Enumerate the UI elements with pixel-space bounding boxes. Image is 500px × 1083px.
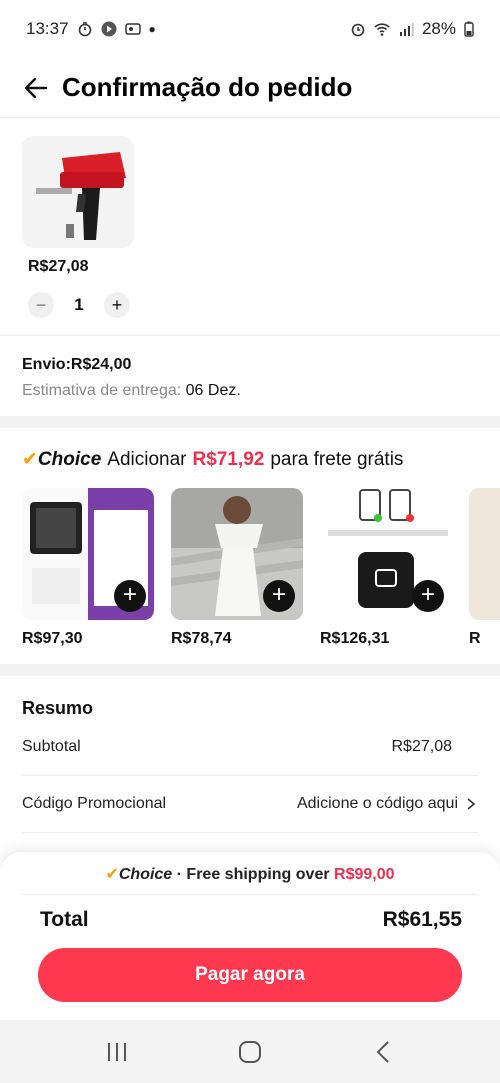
total-row: Total R$61,55 <box>40 908 462 932</box>
add-to-cart-button[interactable]: + <box>412 580 444 612</box>
recommendation-card[interactable]: + R$126,31 <box>320 488 452 648</box>
pay-now-button[interactable]: Pagar agora <box>38 948 462 1002</box>
choice-banner-title: ✔ Choice Adicionar R$71,92 para frete gr… <box>22 448 403 471</box>
subtotal-label: Subtotal <box>22 738 81 755</box>
shipping-cost: Envio:R$24,00 <box>22 356 132 373</box>
footer-divider <box>22 894 478 895</box>
white-outfit-image: + <box>171 488 303 620</box>
banner-amount: R$99,00 <box>334 866 395 883</box>
home-icon <box>238 1040 261 1063</box>
recommendation-price: R$78,74 <box>171 630 232 647</box>
check-icon: ✔ <box>105 866 119 883</box>
delivery-estimate-date: 06 Dez. <box>185 382 241 399</box>
free-shipping-banner: ✔Choice · Free shipping over R$99,00 <box>0 864 500 884</box>
battery-level: 28% <box>421 19 456 38</box>
carplay-adapter-image: + <box>320 488 452 620</box>
subtotal-row: Subtotal R$27,08 <box>22 719 478 776</box>
timer-icon <box>78 22 91 37</box>
choice-amount: R$71,92 <box>192 449 265 470</box>
banner-text: · Free shipping over <box>176 866 330 883</box>
subtotal-value: R$27,08 <box>391 738 453 755</box>
shipping-info: Envio:R$24,00 Estimativa de entrega: 06 … <box>0 336 500 416</box>
status-bar: 13:37 ● 28% <box>0 0 500 58</box>
back-icon <box>376 1040 390 1063</box>
order-item: R$27,08 − 1 + <box>0 118 500 336</box>
product-price: R$27,08 <box>28 258 89 275</box>
recommendation-card[interactable]: + R$97,30 <box>22 488 154 648</box>
alarm-icon <box>351 23 365 37</box>
back-arrow-icon[interactable] <box>22 74 50 102</box>
check-icon: ✔ <box>22 449 38 470</box>
section-divider <box>0 664 500 676</box>
back-button[interactable] <box>365 1034 401 1070</box>
delivery-estimate-label: Estimativa de entrega: <box>22 382 182 399</box>
page-title: Confirmação do pedido <box>62 72 353 102</box>
recent-apps-icon <box>107 1042 126 1061</box>
chevron-right-icon <box>467 798 476 810</box>
dot-icon: ● <box>148 22 156 36</box>
section-divider <box>0 416 500 428</box>
choice-add-text: Adicionar <box>107 449 187 470</box>
battery-icon <box>464 21 474 37</box>
recent-apps-button[interactable] <box>99 1034 135 1070</box>
recommendation-price: R <box>469 630 481 647</box>
choice-recommendations: ✔ Choice Adicionar R$71,92 para frete gr… <box>0 428 500 664</box>
promo-code-row[interactable]: Código Promocional Adicione o código aqu… <box>22 776 478 833</box>
add-to-cart-button[interactable]: + <box>263 580 295 612</box>
decrease-quantity-button[interactable]: − <box>28 292 54 318</box>
cpu-cooler-image: + <box>22 488 154 620</box>
recommendation-card[interactable]: R <box>469 488 500 648</box>
recommendation-price: R$126,31 <box>320 630 390 647</box>
signal-icon <box>399 23 414 36</box>
app-header: Confirmação do pedido <box>0 58 500 118</box>
total-value: R$61,55 <box>382 908 462 931</box>
system-navigation-bar <box>0 1020 500 1083</box>
quantity-value: 1 <box>74 295 84 314</box>
delivery-estimate: Estimativa de entrega: 06 Dez. <box>22 382 478 400</box>
home-button[interactable] <box>232 1034 268 1070</box>
order-summary: Resumo Subtotal R$27,08 Código Promocion… <box>0 676 500 856</box>
promo-code-label: Código Promocional <box>22 795 167 812</box>
promo-code-text: Adicione o código aqui <box>296 795 458 812</box>
checkout-footer: ✔Choice · Free shipping over R$99,00 Tot… <box>0 852 500 1020</box>
product-image[interactable] <box>22 136 134 248</box>
choice-suffix: para frete grátis <box>270 449 404 470</box>
banner-brand: Choice <box>118 866 173 883</box>
play-icon <box>101 21 117 37</box>
promo-code-action[interactable]: Adicione o código aqui <box>297 795 478 813</box>
choice-brand: Choice <box>37 449 102 470</box>
wifi-icon <box>374 23 390 36</box>
recommendation-carousel[interactable]: + R$97,30 + R$78,74 + R$126,31 R <box>22 488 500 658</box>
recommendation-card[interactable]: + R$78,74 <box>171 488 303 648</box>
recommendation-price: R$97,30 <box>22 630 83 647</box>
sandblaster-gun-image <box>22 136 134 248</box>
summary-title: Resumo <box>22 698 94 718</box>
clock: 13:37 <box>26 19 69 38</box>
add-to-cart-button[interactable]: + <box>114 580 146 612</box>
increase-quantity-button[interactable]: + <box>104 292 130 318</box>
key-icon <box>124 23 141 35</box>
product-image-partial <box>469 488 500 620</box>
total-label: Total <box>40 908 89 931</box>
quantity-stepper: − 1 + <box>28 292 130 318</box>
